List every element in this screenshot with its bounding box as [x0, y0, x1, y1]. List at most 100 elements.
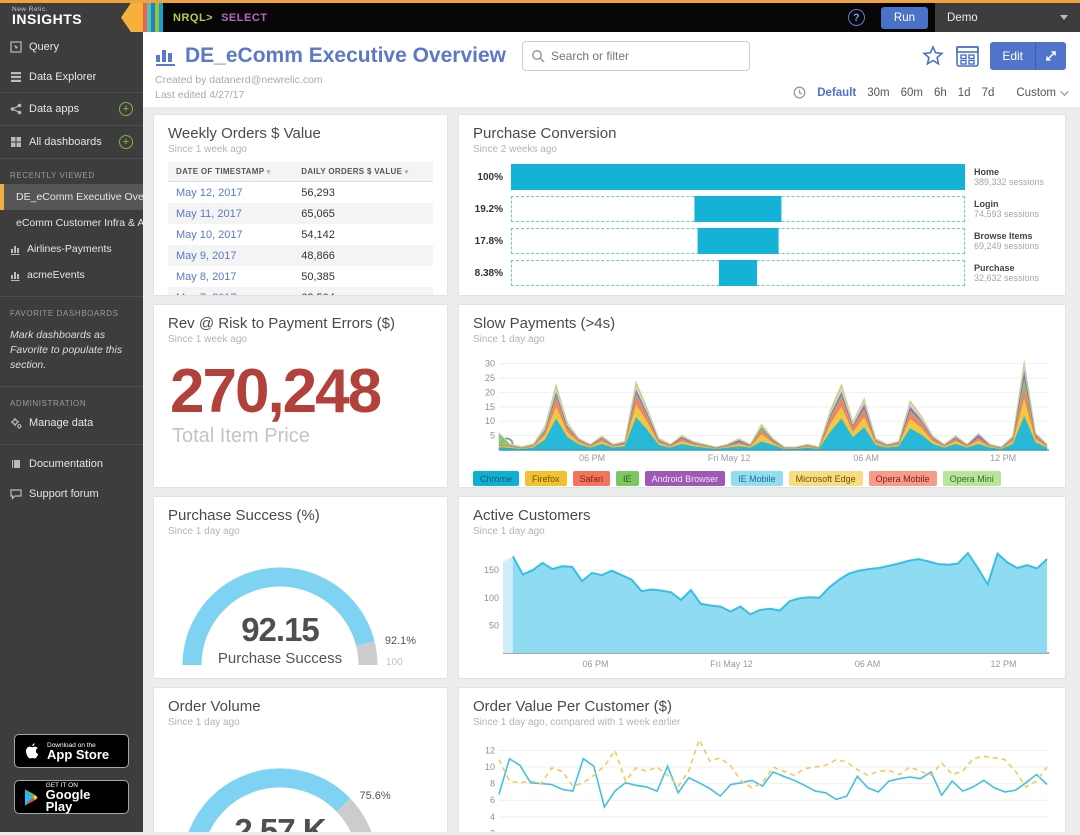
funnel-stage-name: Purchase	[974, 263, 1051, 273]
legend-chip-ie[interactable]: IE	[616, 471, 639, 486]
add-data-app-button[interactable]: +	[119, 102, 133, 116]
add-dashboard-button[interactable]: +	[119, 135, 133, 149]
sidebar-recent-dashboard-item[interactable]: Airlines-Payments	[0, 236, 143, 262]
sidebar-item-data-explorer[interactable]: Data Explorer	[0, 62, 143, 92]
time-option-1d[interactable]: 1d	[958, 87, 971, 99]
favorite-star-icon[interactable]	[921, 45, 945, 68]
widget-subtitle: Since 1 day ago	[473, 334, 1051, 345]
custom-label: Custom	[1016, 87, 1056, 99]
funnel-stage: 8.38%Purchase32,632 sessions	[473, 260, 1051, 286]
svg-text:Fri May 12: Fri May 12	[710, 659, 753, 669]
sidebar-item-label: Support forum	[29, 488, 99, 500]
orders-value-cell: 50,385	[293, 266, 433, 287]
sidebar-item-manage-data[interactable]: Manage data	[0, 412, 143, 438]
time-option-60m[interactable]: 60m	[901, 87, 923, 99]
sidebar-item-label: All dashboards	[29, 136, 102, 148]
help-icon[interactable]: ?	[848, 9, 865, 26]
gauge-chart: 2.57 KOrders75.6%	[168, 740, 435, 832]
sidebar-recent-dashboard-item[interactable]: DE_eComm Executive Ove...	[0, 184, 143, 210]
administration-heading: ADMINISTRATION	[0, 387, 143, 412]
dashboard-chart-icon	[155, 46, 177, 66]
widget-purchase-conversion: Purchase Conversion Since 2 weeks ago 10…	[458, 114, 1066, 296]
sidebar: Query Data Explorer Data apps + All dash…	[0, 32, 143, 832]
nrql-prompt: NRQL>	[173, 12, 213, 24]
date-link[interactable]: May 7, 2017	[168, 287, 293, 296]
svg-text:2.57 K: 2.57 K	[234, 812, 326, 832]
chart-legend: Chrome Firefox Safari IE Android Browser IE M…	[473, 471, 1051, 486]
expand-icon	[1045, 50, 1057, 62]
last-edited-text: Last edited 4/27/17	[155, 88, 323, 103]
app-store-badge[interactable]: Download on the App Store	[14, 734, 129, 768]
account-dropdown[interactable]: Demo	[935, 3, 1080, 32]
funnel-bar	[511, 164, 965, 190]
brand-logo[interactable]: New Relic. INSIGHTS	[0, 3, 143, 32]
main-content: DE_eComm Executive Overview Edit	[143, 32, 1080, 832]
legend-chip-android-browser[interactable]: Android Browser	[645, 471, 726, 486]
legend-chip-ie-mobile[interactable]: IE Mobile	[731, 471, 783, 486]
time-option-custom[interactable]: Custom	[1016, 87, 1066, 99]
date-link[interactable]: May 10, 2017	[168, 224, 293, 245]
sidebar-item-support-forum[interactable]: Support forum	[0, 479, 143, 509]
search-input[interactable]	[522, 41, 750, 71]
widget-subtitle: Since 1 week ago	[168, 144, 433, 155]
dashboard-grid-icon[interactable]	[955, 45, 980, 68]
run-button[interactable]: Run	[881, 7, 928, 29]
svg-text:75.6%: 75.6%	[359, 791, 390, 803]
time-option-6h[interactable]: 6h	[934, 87, 947, 99]
legend-chip-opera-mini[interactable]: Opera Mini	[943, 471, 1001, 486]
sidebar-item-documentation[interactable]: Documentation	[0, 449, 143, 479]
sidebar-item-label: Data Explorer	[29, 71, 96, 83]
date-link[interactable]: May 9, 2017	[168, 245, 293, 266]
time-option-default[interactable]: Default	[817, 87, 856, 99]
orders-value-cell: 65,065	[293, 203, 433, 224]
legend-chip-firefox[interactable]: Firefox	[525, 471, 567, 486]
time-option-30m[interactable]: 30m	[867, 87, 889, 99]
widget-subtitle: Since 2 weeks ago	[473, 144, 1051, 155]
billboard-value: 270,248	[170, 361, 433, 423]
widget-slow-payments: Slow Payments (>4s) Since 1 day ago 5101…	[458, 304, 1066, 488]
legend-chip-chrome[interactable]: Chrome	[473, 471, 519, 486]
dashboard-item-label: DE_eComm Executive Ove...	[16, 191, 143, 203]
legend-chip-opera-mobile[interactable]: Opera Mobile	[869, 471, 937, 486]
widget-title: Purchase Success (%)	[168, 507, 433, 524]
svg-text:06 AM: 06 AM	[855, 659, 881, 669]
sidebar-item-data-apps[interactable]: Data apps +	[0, 93, 143, 125]
sidebar-recent-dashboard-item[interactable]: eComm Customer Infra & A...	[0, 210, 143, 236]
widget-order-value: Order Value Per Customer ($) Since 1 day…	[458, 687, 1066, 832]
line-chart: 2468101206 PMFri May 1206 AM12 PM	[473, 734, 1053, 832]
nrql-query-bar[interactable]: NRQL> SELECT	[143, 3, 848, 32]
widget-title: Purchase Conversion	[473, 125, 1051, 142]
svg-text:25: 25	[485, 373, 495, 383]
svg-text:100: 100	[484, 593, 499, 603]
funnel-stage-name: Home	[974, 167, 1051, 177]
sidebar-item-all-dashboards[interactable]: All dashboards +	[0, 126, 143, 158]
date-link[interactable]: May 8, 2017	[168, 266, 293, 287]
sidebar-item-query[interactable]: Query	[0, 32, 143, 62]
column-header-date[interactable]: DATE OF TIMESTAMP ▾	[168, 162, 293, 182]
funnel-stage-labels: Purchase32,632 sessions	[965, 263, 1051, 283]
google-play-badge[interactable]: GET IT ON Google Play	[14, 780, 129, 814]
mini-chart-icon	[10, 270, 21, 281]
widget-active-customers: Active Customers Since 1 day ago 5010015…	[458, 496, 1066, 679]
chevron-down-icon	[1060, 87, 1068, 95]
widget-subtitle: Since 1 day ago, compared with 1 week ea…	[473, 717, 1051, 728]
funnel-stage-sessions: 74,593 sessions	[974, 209, 1051, 219]
column-header-value[interactable]: DAILY ORDERS $ VALUE ▾	[293, 162, 433, 182]
legend-chip-safari[interactable]: Safari	[573, 471, 611, 486]
billboard-label: Total Item Price	[172, 425, 433, 448]
funnel-stage-percent: 100%	[473, 172, 511, 183]
table-row: May 9, 201748,866	[168, 245, 433, 266]
sidebar-recent-dashboard-item[interactable]: acmeEvents	[0, 262, 143, 288]
table-row: May 7, 201763,504	[168, 287, 433, 296]
edit-button[interactable]: Edit	[990, 49, 1035, 63]
date-link[interactable]: May 11, 2017	[168, 203, 293, 224]
time-option-7d[interactable]: 7d	[982, 87, 995, 99]
funnel-stage-percent: 17.8%	[473, 236, 511, 247]
widget-title: Active Customers	[473, 507, 1051, 524]
svg-text:20: 20	[485, 388, 495, 398]
expand-button[interactable]	[1036, 50, 1066, 62]
orders-value-cell: 54,142	[293, 224, 433, 245]
legend-chip-microsoft-edge[interactable]: Microsoft Edge	[789, 471, 863, 486]
date-link[interactable]: May 12, 2017	[168, 182, 293, 204]
funnel-stage: 100%Home389,332 sessions	[473, 164, 1051, 190]
